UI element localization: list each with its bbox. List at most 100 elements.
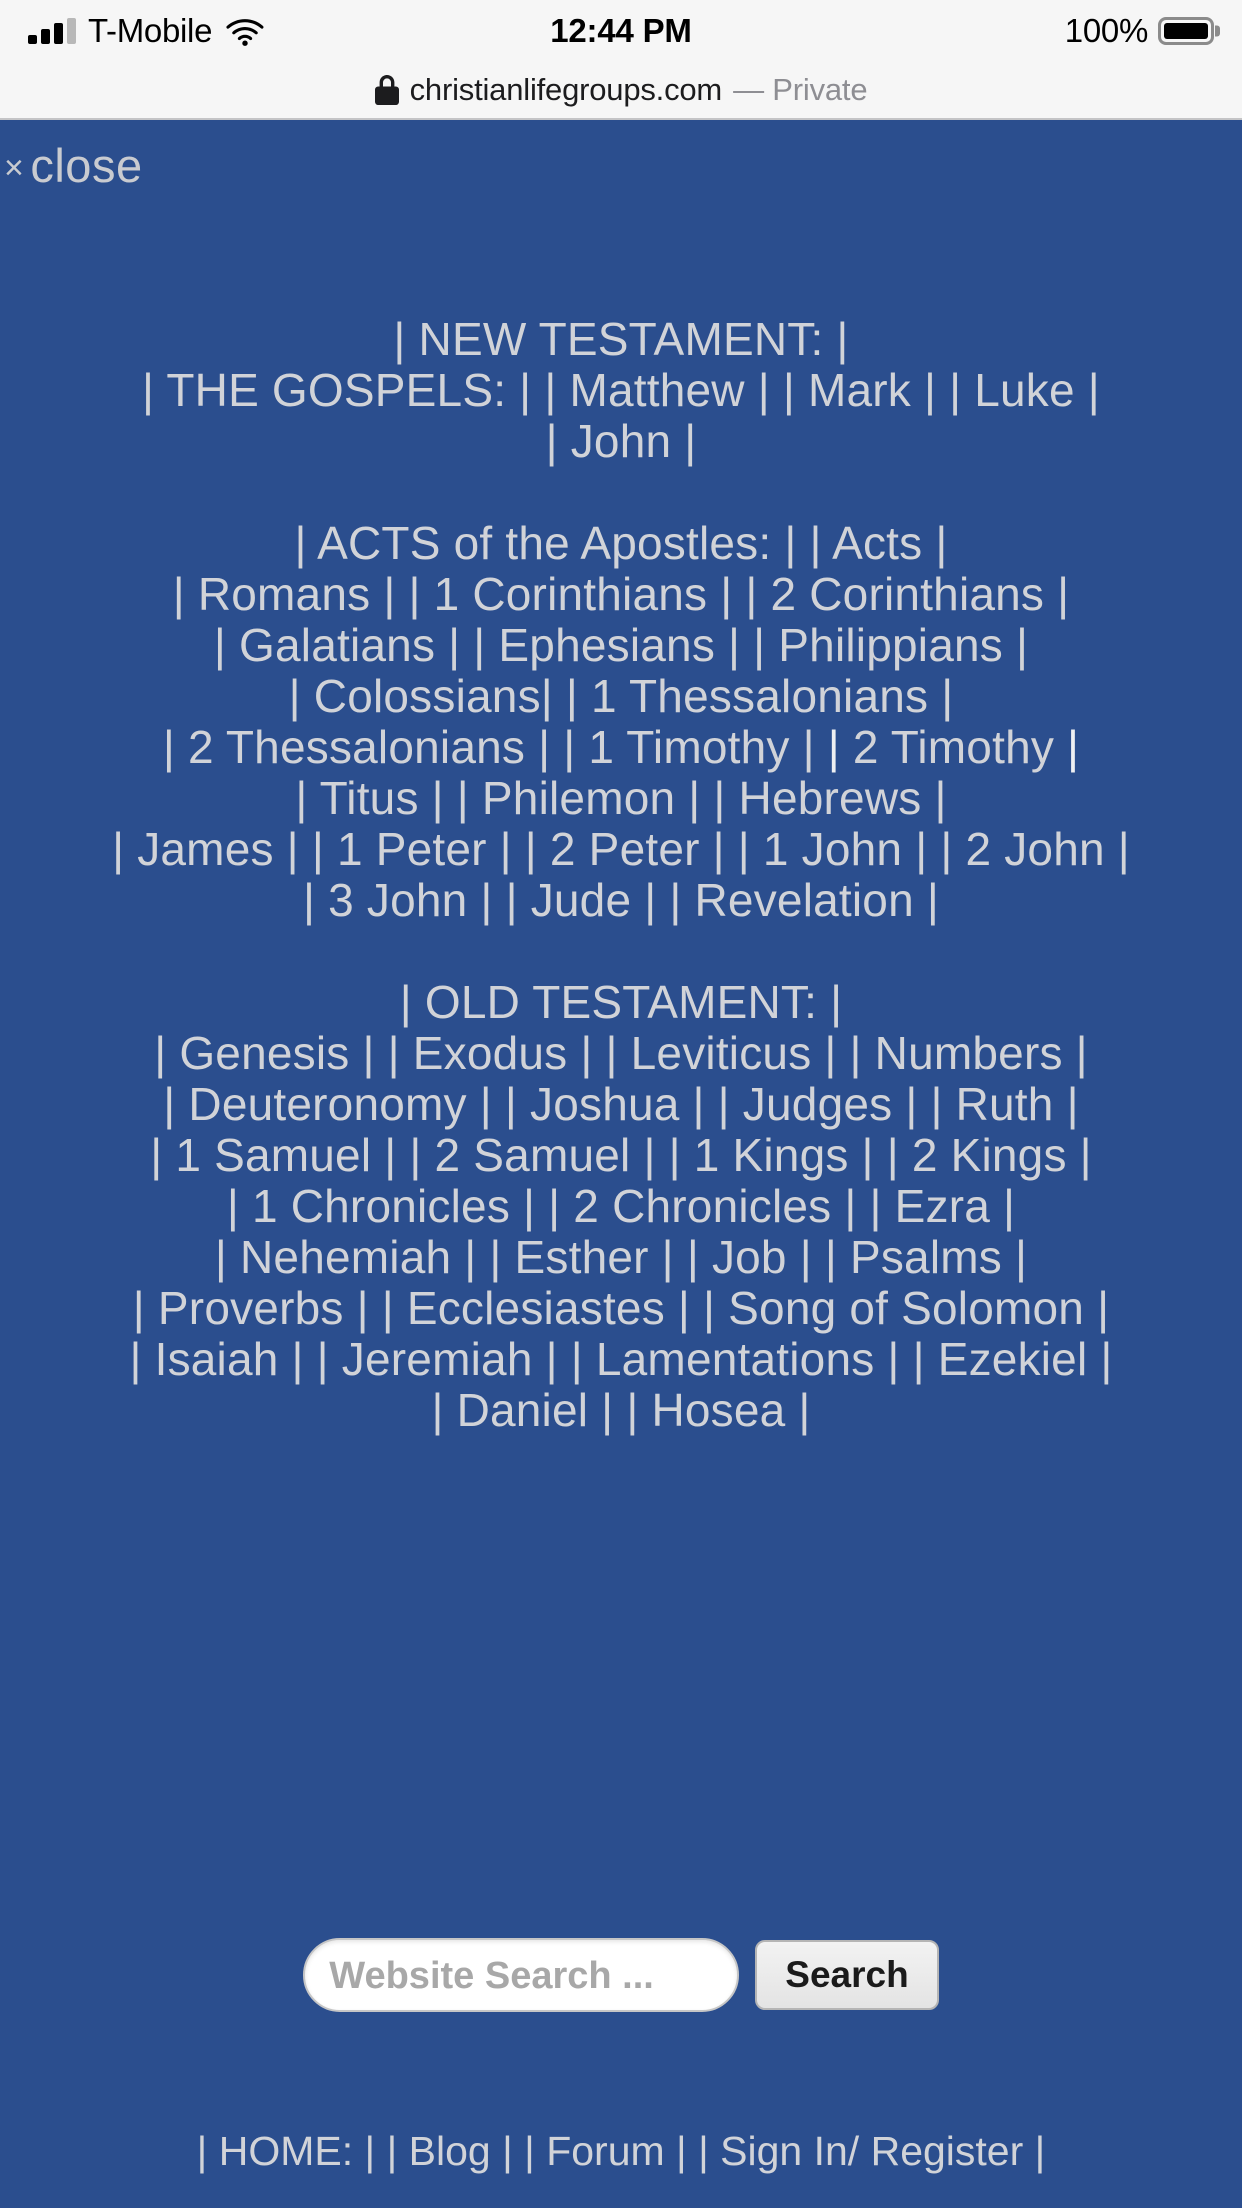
- nav-link-1-chronicles[interactable]: 1 Chronicles: [239, 1180, 523, 1232]
- footer-link-sign-in-register[interactable]: Sign In/ Register: [709, 2128, 1035, 2174]
- nav-separator-pipe: |: [940, 823, 953, 875]
- nav-link-acts[interactable]: Acts: [822, 517, 936, 569]
- nav-link-genesis[interactable]: Genesis: [166, 1027, 362, 1079]
- nav-separator-pipe: |: [717, 1078, 730, 1130]
- nav-separator-pipe: |: [703, 1282, 716, 1334]
- nav-link-ruth[interactable]: Ruth: [943, 1078, 1067, 1130]
- nav-link-acts-of-the-apostles[interactable]: ACTS of the Apostles:: [307, 517, 785, 569]
- nav-link-2-samuel[interactable]: 2 Samuel: [422, 1129, 644, 1181]
- nav-link-luke[interactable]: Luke: [961, 364, 1088, 416]
- nav-link-hebrews[interactable]: Hebrews: [726, 772, 935, 824]
- nav-separator-pipe: |: [782, 364, 795, 416]
- nav-separator-pipe: |: [504, 1078, 518, 1130]
- nav-link-titus[interactable]: Titus: [308, 772, 432, 824]
- nav-link-jeremiah[interactable]: Jeremiah: [329, 1333, 546, 1385]
- nav-link-ezekiel[interactable]: Ezekiel: [925, 1333, 1101, 1385]
- nav-separator-pipe: |: [316, 1333, 329, 1385]
- nav-link-2-kings[interactable]: 2 Kings: [899, 1129, 1080, 1181]
- nav-link-psalms[interactable]: Psalms: [837, 1231, 1015, 1283]
- nav-separator-pipe: |: [362, 1027, 375, 1079]
- nav-link-isaiah[interactable]: Isaiah: [142, 1333, 292, 1385]
- nav-link-proverbs[interactable]: Proverbs: [145, 1282, 357, 1334]
- nav-separator-pipe: |: [1100, 1333, 1113, 1385]
- nav-link-2-john[interactable]: 2 John: [952, 823, 1117, 875]
- nav-link-revelation[interactable]: Revelation: [682, 874, 927, 926]
- nav-gap: [927, 823, 940, 875]
- nav-link-the-gospels[interactable]: THE GOSPELS:: [154, 364, 519, 416]
- nav-link-romans[interactable]: Romans: [185, 568, 383, 620]
- nav-link-2-timothy[interactable]: 2 Timothy: [840, 721, 1067, 773]
- nav-link-ephesians[interactable]: Ephesians: [485, 619, 728, 671]
- nav-link-ecclesiastes[interactable]: Ecclesiastes: [394, 1282, 678, 1334]
- wifi-icon: [226, 19, 264, 46]
- nav-separator-pipe: |: [802, 721, 815, 773]
- nav-link-james[interactable]: James: [124, 823, 286, 875]
- nav-separator-pipe: |: [915, 823, 928, 875]
- search-button[interactable]: Search: [755, 1940, 939, 2010]
- nav-link-esther[interactable]: Esther: [502, 1231, 662, 1283]
- nav-link-old-testament[interactable]: OLD TESTAMENT:: [412, 976, 830, 1028]
- nav-separator-pipe: |: [1097, 1282, 1110, 1334]
- nav-separator-pipe: |: [886, 1129, 899, 1181]
- search-input[interactable]: [303, 1938, 740, 2012]
- nav-link-exodus[interactable]: Exodus: [400, 1027, 581, 1079]
- status-bar-left: T-Mobile: [28, 12, 264, 50]
- nav-link-daniel[interactable]: Daniel: [444, 1384, 602, 1436]
- nav-link-1-kings[interactable]: 1 Kings: [681, 1129, 862, 1181]
- nav-link-matthew[interactable]: Matthew: [556, 364, 757, 416]
- cellular-signal-icon: [28, 18, 76, 44]
- nav-separator-pipe: |: [688, 772, 701, 824]
- nav-link-1-corinthians[interactable]: 1 Corinthians: [421, 568, 721, 620]
- nav-link-3-john[interactable]: 3 John: [315, 874, 480, 926]
- nav-separator-pipe: |: [286, 823, 299, 875]
- battery-icon: [1158, 17, 1214, 45]
- nav-link-1-thessalonians[interactable]: 1 Thessalonians: [578, 670, 941, 722]
- nav-link-1-timothy[interactable]: 1 Timothy: [575, 721, 802, 773]
- nav-gap: [512, 823, 525, 875]
- nav-link-2-corinthians[interactable]: 2 Corinthians: [758, 568, 1058, 620]
- nav-gap: [558, 1333, 571, 1385]
- nav-separator-pipe: |: [479, 1078, 492, 1130]
- footer-link-home[interactable]: HOME:: [207, 2128, 364, 2174]
- nav-link-mark[interactable]: Mark: [795, 364, 924, 416]
- nav-link-lamentations[interactable]: Lamentations: [583, 1333, 888, 1385]
- nav-separator-pipe: |: [544, 364, 557, 416]
- nav-link-colossians[interactable]: Colossians: [301, 670, 541, 722]
- nav-link-joshua[interactable]: Joshua: [517, 1078, 693, 1130]
- safari-url-bar[interactable]: christianlifegroups.com — Private: [0, 62, 1242, 120]
- nav-separator-pipe: |: [844, 1180, 857, 1232]
- nav-link-hosea[interactable]: Hosea: [638, 1384, 798, 1436]
- nav-link-1-john[interactable]: 1 John: [750, 823, 915, 875]
- nav-link-2-chronicles[interactable]: 2 Chronicles: [560, 1180, 844, 1232]
- nav-separator-pipe: |: [737, 823, 750, 875]
- nav-link-leviticus[interactable]: Leviticus: [618, 1027, 825, 1079]
- nav-link-deuteronomy[interactable]: Deuteronomy: [175, 1078, 479, 1130]
- nav-link-2-peter[interactable]: 2 Peter: [537, 823, 713, 875]
- nav-link-1-samuel[interactable]: 1 Samuel: [162, 1129, 384, 1181]
- nav-link-judges[interactable]: Judges: [730, 1078, 906, 1130]
- footer-link-forum[interactable]: Forum: [535, 2128, 676, 2174]
- nav-separator-pipe: |: [712, 823, 725, 875]
- footer-link-blog[interactable]: Blog: [397, 2128, 502, 2174]
- nav-link-nehemiah[interactable]: Nehemiah: [227, 1231, 464, 1283]
- nav-link-new-testament[interactable]: NEW TESTAMENT:: [406, 313, 837, 365]
- nav-link-1-peter[interactable]: 1 Peter: [324, 823, 500, 875]
- nav-separator-pipe: |: [861, 1129, 874, 1181]
- nav-separator-pipe: |: [1079, 1129, 1092, 1181]
- nav-gap: [395, 568, 408, 620]
- nav-link-numbers[interactable]: Numbers: [862, 1027, 1076, 1079]
- nav-separator-pipe: |: [830, 976, 843, 1028]
- nav-separator-pipe: |: [601, 1384, 614, 1436]
- nav-link-galatians[interactable]: Galatians: [226, 619, 448, 671]
- nav-separator-pipe: |: [661, 1231, 674, 1283]
- nav-link-philippians[interactable]: Philippians: [765, 619, 1016, 671]
- nav-link-jude[interactable]: Jude: [518, 874, 645, 926]
- nav-link-job[interactable]: Job: [699, 1231, 800, 1283]
- nav-link-song-of-solomon[interactable]: Song of Solomon: [715, 1282, 1097, 1334]
- nav-link-philemon[interactable]: Philemon: [469, 772, 688, 824]
- nav-link-john[interactable]: John: [558, 415, 685, 467]
- nav-separator-pipe: |: [383, 568, 396, 620]
- nav-link-2-thessalonians[interactable]: 2 Thessalonians: [175, 721, 538, 773]
- nav-link-ezra[interactable]: Ezra: [882, 1180, 1003, 1232]
- nav-gap: [613, 1384, 626, 1436]
